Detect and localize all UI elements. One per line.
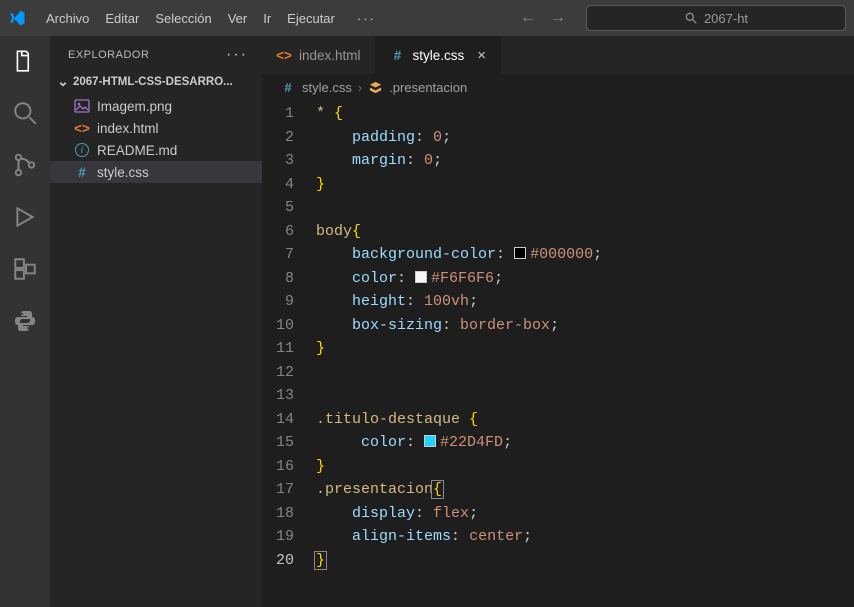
html-icon: <>: [276, 47, 292, 63]
breadcrumb[interactable]: # style.css › .presentacion: [262, 74, 854, 100]
run-debug-icon[interactable]: [12, 204, 38, 230]
command-center-search[interactable]: 2067-ht: [586, 5, 846, 31]
menu-editar[interactable]: Editar: [97, 7, 147, 30]
close-icon[interactable]: ×: [477, 47, 486, 64]
explorer-icon[interactable]: [12, 48, 38, 74]
html-icon: <>: [74, 120, 90, 136]
code-editor[interactable]: 1234567891011121314151617181920 * { padd…: [262, 100, 854, 607]
search-placeholder: 2067-ht: [704, 11, 748, 26]
css-icon: #: [74, 164, 90, 180]
breadcrumb-symbol: .presentacion: [389, 80, 467, 95]
menu-selección[interactable]: Selección: [147, 7, 219, 30]
file-item-index-html[interactable]: <> index.html: [50, 117, 262, 139]
python-ext-icon[interactable]: [12, 308, 38, 334]
chevron-right-icon: ›: [358, 80, 362, 95]
explorer-actions-icon[interactable]: ···: [226, 46, 248, 64]
extensions-icon[interactable]: [12, 256, 38, 282]
symbol-icon: [368, 80, 383, 95]
nav-back-icon[interactable]: ←: [520, 9, 536, 27]
file-label: Imagem.png: [97, 99, 172, 114]
tab-style-css[interactable]: # style.css ×: [376, 36, 502, 74]
css-icon: #: [390, 47, 406, 63]
tab-label: style.css: [413, 48, 465, 63]
menu-archivo[interactable]: Archivo: [38, 7, 97, 30]
editor-tabs: <> index.html # style.css ×: [262, 36, 854, 74]
vscode-logo-icon: [8, 9, 26, 27]
file-label: README.md: [97, 143, 177, 158]
file-item-Imagem-png[interactable]: Imagem.png: [50, 95, 262, 117]
tab-label: index.html: [299, 48, 361, 63]
chevron-down-icon: ⌄: [56, 73, 70, 90]
search-icon: [684, 11, 698, 25]
css-icon: #: [280, 79, 296, 95]
image-icon: [74, 98, 90, 114]
folder-header[interactable]: ⌄ 2067-HTML-CSS-DESARRO...: [50, 70, 262, 93]
file-item-README-md[interactable]: i README.md: [50, 139, 262, 161]
file-label: index.html: [97, 121, 159, 136]
info-icon: i: [74, 142, 90, 158]
source-control-icon[interactable]: [12, 152, 38, 178]
explorer-title: EXPLORADOR: [68, 49, 149, 61]
tab-index-html[interactable]: <> index.html: [262, 36, 376, 74]
breadcrumb-file: style.css: [302, 80, 352, 95]
menu-overflow-icon[interactable]: ···: [349, 7, 384, 30]
activity-bar: [0, 36, 50, 607]
title-bar: ArchivoEditarSelecciónVerIrEjecutar ··· …: [0, 0, 854, 36]
file-label: style.css: [97, 165, 149, 180]
search-activity-icon[interactable]: [12, 100, 38, 126]
menu-ver[interactable]: Ver: [220, 7, 256, 30]
menu-ejecutar[interactable]: Ejecutar: [279, 7, 343, 30]
explorer-sidebar: EXPLORADOR ··· ⌄ 2067-HTML-CSS-DESARRO..…: [50, 36, 262, 607]
folder-name: 2067-HTML-CSS-DESARRO...: [73, 76, 233, 88]
file-item-style-css[interactable]: # style.css: [50, 161, 262, 183]
menu-ir[interactable]: Ir: [255, 7, 279, 30]
nav-forward-icon[interactable]: →: [550, 9, 566, 27]
